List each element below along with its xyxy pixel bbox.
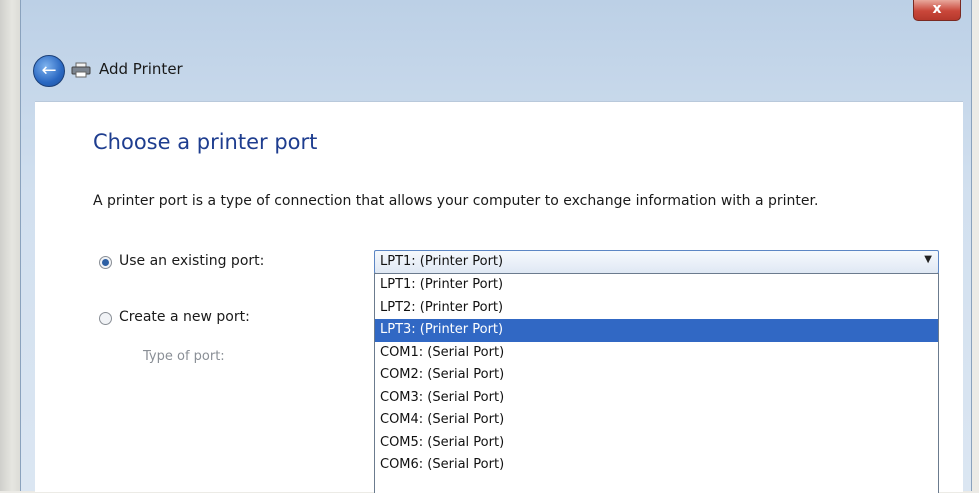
port-select[interactable]: LPT1: (Printer Port) ▼ xyxy=(374,250,939,274)
port-option[interactable]: LPT3: (Printer Port) xyxy=(375,319,938,342)
wizard-content: Choose a printer port A printer port is … xyxy=(35,101,963,493)
port-option[interactable]: COM4: (Serial Port) xyxy=(375,409,938,432)
chevron-down-icon[interactable]: ▼ xyxy=(924,254,932,265)
new-port-label[interactable]: Create a new port: xyxy=(119,309,250,325)
add-printer-window: x ← Add Printer Choose a printer port A … xyxy=(20,0,972,493)
page-title: Choose a printer port xyxy=(93,130,318,154)
port-option[interactable]: COM6: (Serial Port) xyxy=(375,454,938,477)
close-icon: x xyxy=(932,1,942,17)
port-type-label: Type of port: xyxy=(143,349,225,364)
port-option[interactable]: COM5: (Serial Port) xyxy=(375,432,938,455)
window-title: Add Printer xyxy=(99,60,183,78)
port-option[interactable]: COM2: (Serial Port) xyxy=(375,364,938,387)
port-option[interactable]: COM1: (Serial Port) xyxy=(375,342,938,365)
existing-port-label[interactable]: Use an existing port: xyxy=(119,253,264,269)
background-strip xyxy=(0,0,20,491)
port-option[interactable]: COM3: (Serial Port) xyxy=(375,387,938,410)
port-dropdown-list[interactable]: LPT1: (Printer Port) LPT2: (Printer Port)… xyxy=(374,273,939,493)
existing-port-radio[interactable] xyxy=(99,256,112,269)
printer-icon xyxy=(71,62,91,78)
page-description: A printer port is a type of connection t… xyxy=(93,193,819,209)
back-button[interactable]: ← xyxy=(33,55,65,87)
port-option[interactable]: LPT2: (Printer Port) xyxy=(375,297,938,320)
port-select-value: LPT1: (Printer Port) xyxy=(380,254,504,269)
new-port-radio[interactable] xyxy=(99,312,112,325)
port-option[interactable]: LPT1: (Printer Port) xyxy=(375,274,938,297)
back-arrow-icon: ← xyxy=(41,60,57,81)
close-button[interactable]: x xyxy=(913,0,961,21)
